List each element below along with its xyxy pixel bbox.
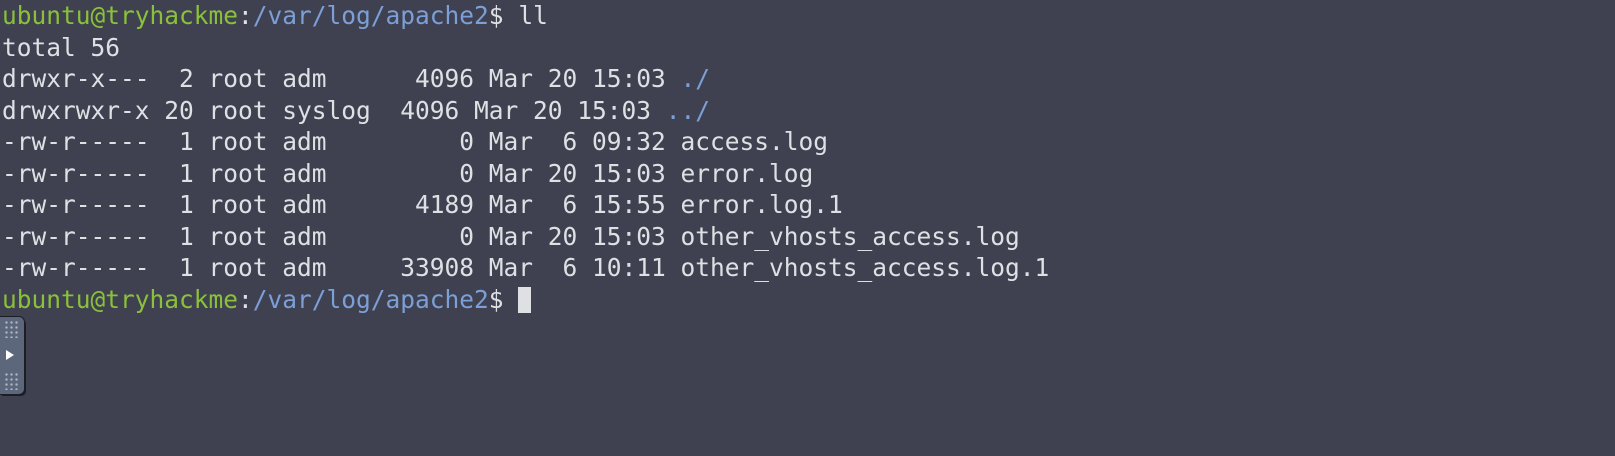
prompt-symbol: $ [488,1,519,30]
listing-row: drwxrwxr-x 20 root syslog 4096 Mar 20 15… [2,95,1615,127]
total-line: total 56 [2,32,121,62]
prompt-user-host: ubuntu@tryhackme [2,284,239,314]
entry-name: ../ [665,95,711,125]
grip-dots-icon [4,372,18,390]
active-prompt-line[interactable]: ubuntu@tryhackme:/var/log/apache2$ [2,284,1615,316]
command-prompt-line: ubuntu@tryhackme:/var/log/apache2$ ll [2,0,1615,32]
entry-meta: -rw-r----- 1 root adm 0 Mar 20 15:03 [2,158,681,188]
expand-arrow-icon[interactable] [6,350,14,360]
listing-row: -rw-r----- 1 root adm 0 Mar 20 15:03 err… [2,158,1615,190]
prompt-path: /var/log/apache2 [252,284,489,314]
listing-row: drwxr-x--- 2 root adm 4096 Mar 20 15:03 … [2,63,1615,95]
entry-name: error.log [680,158,814,188]
prompt-separator: : [238,1,253,30]
command-text: ll [518,1,548,30]
prompt-path: /var/log/apache2 [252,1,489,30]
entry-meta: drwxrwxr-x 20 root syslog 4096 Mar 20 15… [2,95,666,125]
listing-row: -rw-r----- 1 root adm 0 Mar 20 15:03 oth… [2,221,1615,253]
entry-name: other_vhosts_access.log.1 [680,253,1050,282]
entry-meta: drwxr-x--- 2 root adm 4096 Mar 20 15:03 [2,64,681,93]
entry-name: error.log.1 [680,190,843,219]
entry-meta: -rw-r----- 1 root adm 0 Mar 20 15:03 [2,221,681,251]
entry-meta: -rw-r----- 1 root adm 33908 Mar 6 10:11 [2,253,681,282]
entry-name: other_vhosts_access.log [680,221,1020,251]
text-cursor[interactable] [518,286,532,313]
prompt-user-host: ubuntu@tryhackme [2,1,239,30]
entry-name: ./ [680,64,711,93]
listing-row: -rw-r----- 1 root adm 33908 Mar 6 10:11 … [2,252,1615,284]
entry-meta: -rw-r----- 1 root adm 4189 Mar 6 15:55 [2,190,681,219]
terminal-window[interactable]: ubuntu@tryhackme:/var/log/apache2$ ll to… [0,0,1615,456]
listing-row: -rw-r----- 1 root adm 4189 Mar 6 15:55 e… [2,189,1615,221]
prompt-separator: : [238,284,253,314]
listing-row: -rw-r----- 1 root adm 0 Mar 6 09:32 acce… [2,126,1615,158]
side-panel-toggle[interactable] [0,317,24,394]
prompt-symbol: $ [488,284,519,314]
entry-meta: -rw-r----- 1 root adm 0 Mar 6 09:32 [2,127,681,156]
entry-name: access.log [680,127,829,156]
grip-dots-icon [4,320,18,338]
